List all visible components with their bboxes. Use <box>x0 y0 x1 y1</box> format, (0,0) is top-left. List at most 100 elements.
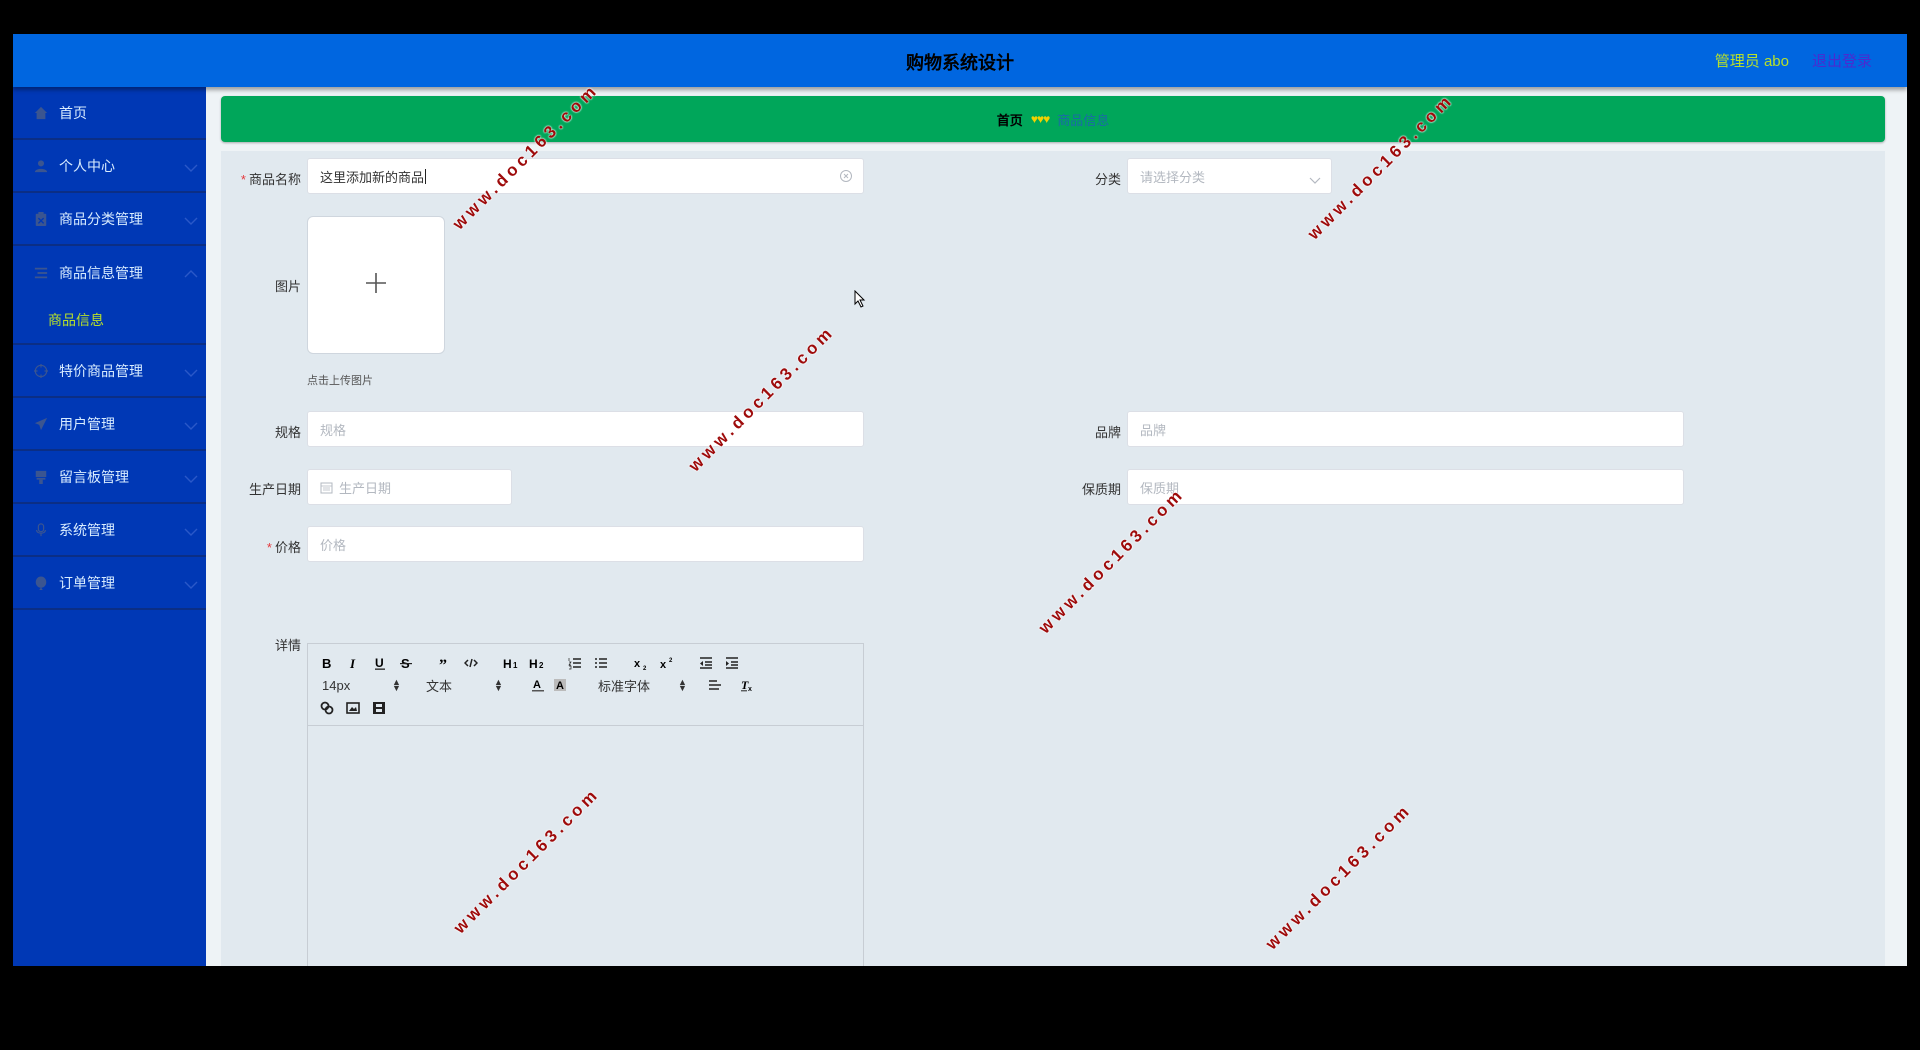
sidebar-item-label: 留言板管理 <box>59 468 129 485</box>
background-color-button[interactable]: A <box>553 676 567 694</box>
video-button[interactable] <box>372 699 386 717</box>
svg-text:2: 2 <box>643 666 647 670</box>
bold-button[interactable]: B <box>320 654 334 672</box>
list-icon <box>33 265 49 281</box>
svg-text:2: 2 <box>539 661 544 670</box>
image-label: 图片 <box>274 279 301 294</box>
brand-label: 品牌 <box>1094 425 1121 440</box>
name-label: * 商品名称 <box>240 172 301 187</box>
image-upload-button[interactable] <box>307 216 445 354</box>
brush-icon <box>33 469 49 485</box>
code-block-button[interactable] <box>464 654 478 672</box>
svg-text:B: B <box>322 656 331 670</box>
spec-label: 规格 <box>274 425 301 440</box>
send-icon <box>33 416 49 432</box>
svg-text:I: I <box>349 656 356 670</box>
sidebar: 首页 个人中心 商品分类管理 商品信息管理 商品信息 特价商品管理 用户管理 留… <box>13 87 206 966</box>
updown-icon: ▲ ▼ <box>678 677 687 693</box>
balloon-icon <box>33 575 49 591</box>
align-button[interactable] <box>708 676 722 694</box>
sidebar-item-special-offers[interactable]: 特价商品管理 <box>13 345 206 398</box>
svg-text:1: 1 <box>513 661 518 670</box>
sidebar-subitem-label: 商品信息 <box>48 312 104 328</box>
blockquote-button[interactable]: ” <box>438 654 452 672</box>
h1-button[interactable]: H1 <box>503 654 519 672</box>
top-header: 购物系统设计 管理员 abo 退出登录 <box>13 34 1907 87</box>
details-label: 详情 <box>274 638 301 653</box>
sidebar-item-label: 特价商品管理 <box>59 362 143 379</box>
clear-icon[interactable] <box>839 169 853 183</box>
spec-input[interactable]: 规格 <box>307 411 864 447</box>
sidebar-item-home[interactable]: 首页 <box>13 87 206 140</box>
shelf-life-label: 保质期 <box>1081 482 1121 497</box>
sidebar-subitem-product-info[interactable]: 商品信息 <box>13 297 206 345</box>
sidebar-item-label: 用户管理 <box>59 415 115 432</box>
sidebar-item-label: 商品分类管理 <box>59 210 143 227</box>
outdent-button[interactable] <box>699 654 713 672</box>
bullet-list-button[interactable] <box>594 654 608 672</box>
chevron-down-icon <box>184 471 198 483</box>
brand-input[interactable]: 品牌 <box>1127 411 1684 447</box>
breadcrumb-home[interactable]: 首页 <box>997 110 1023 129</box>
italic-button[interactable]: I <box>347 654 361 672</box>
mouse-cursor-icon <box>854 289 866 308</box>
svg-text:A: A <box>533 679 541 691</box>
user-icon <box>33 158 49 174</box>
sidebar-item-user-management[interactable]: 用户管理 <box>13 398 206 451</box>
price-label: * 价格 <box>266 540 301 555</box>
chevron-down-icon <box>184 213 198 225</box>
font-family-select[interactable]: 标准字体 ▲ ▼ <box>598 676 688 694</box>
clear-format-button[interactable]: Tx <box>740 676 754 694</box>
text-caret <box>425 168 427 184</box>
category-label: 分类 <box>1094 172 1121 187</box>
breadcrumb-current: 商品信息 <box>1057 112 1110 128</box>
crosshair-icon <box>33 363 49 379</box>
category-select[interactable]: 请选择分类 <box>1127 158 1332 194</box>
price-placeholder: 价格 <box>320 537 347 553</box>
sidebar-item-label: 系统管理 <box>59 521 115 538</box>
strikethrough-button[interactable]: S <box>399 654 413 672</box>
price-input[interactable]: 价格 <box>307 526 864 562</box>
indent-button[interactable] <box>725 654 739 672</box>
chevron-down-icon <box>184 524 198 536</box>
product-name-input[interactable]: 这里添加新的商品 <box>307 158 864 194</box>
sidebar-item-order-management[interactable]: 订单管理 <box>13 557 206 610</box>
text-color-button[interactable]: A <box>531 676 545 694</box>
link-button[interactable] <box>320 699 334 717</box>
superscript-button[interactable]: x2 <box>660 654 674 672</box>
svg-text:x: x <box>660 659 667 670</box>
shelf-life-input[interactable]: 保质期 <box>1127 469 1684 505</box>
font-size-select[interactable]: 14px ▲ ▼ <box>322 676 402 694</box>
editor-content-area[interactable] <box>308 726 863 966</box>
production-date-picker[interactable]: 生产日期 <box>307 469 512 505</box>
editor-toolbar: B I U S ” H1 H2 x2 x2 14px▲▼ 文本▲▼ <box>308 644 863 726</box>
app-window: 购物系统设计 管理员 abo 退出登录 首页 个人中心 商品分类管理 商品信息管… <box>13 34 1907 966</box>
chevron-down-icon <box>184 577 198 589</box>
sidebar-item-message-board[interactable]: 留言板管理 <box>13 451 206 504</box>
sidebar-item-personal-center[interactable]: 个人中心 <box>13 140 206 193</box>
calendar-icon <box>320 481 333 494</box>
svg-text:x: x <box>748 686 752 692</box>
svg-text:2: 2 <box>669 658 673 664</box>
chevron-down-icon <box>1309 173 1321 184</box>
sidebar-item-product-management[interactable]: 商品信息管理 <box>13 246 206 299</box>
subscript-button[interactable]: x2 <box>634 654 648 672</box>
sidebar-item-system-management[interactable]: 系统管理 <box>13 504 206 557</box>
production-date-label: 生产日期 <box>248 482 301 497</box>
required-mark: * <box>266 540 272 555</box>
sidebar-item-label: 订单管理 <box>59 574 115 591</box>
microphone-icon <box>33 522 49 538</box>
svg-text:U: U <box>375 656 384 670</box>
h2-button[interactable]: H2 <box>529 654 545 672</box>
header-select[interactable]: 文本 ▲ ▼ <box>426 676 506 694</box>
rich-text-editor: B I U S ” H1 H2 x2 x2 14px▲▼ 文本▲▼ <box>307 643 864 966</box>
image-button[interactable] <box>346 699 360 717</box>
chevron-down-icon <box>184 365 198 377</box>
underline-button[interactable]: U <box>373 654 387 672</box>
logout-link[interactable]: 退出登录 <box>1812 50 1872 71</box>
upload-tip: 点击上传图片 <box>307 375 373 387</box>
sidebar-item-category-management[interactable]: 商品分类管理 <box>13 193 206 246</box>
svg-text:H: H <box>503 657 512 670</box>
plus-icon <box>364 271 388 300</box>
ordered-list-button[interactable] <box>568 654 582 672</box>
